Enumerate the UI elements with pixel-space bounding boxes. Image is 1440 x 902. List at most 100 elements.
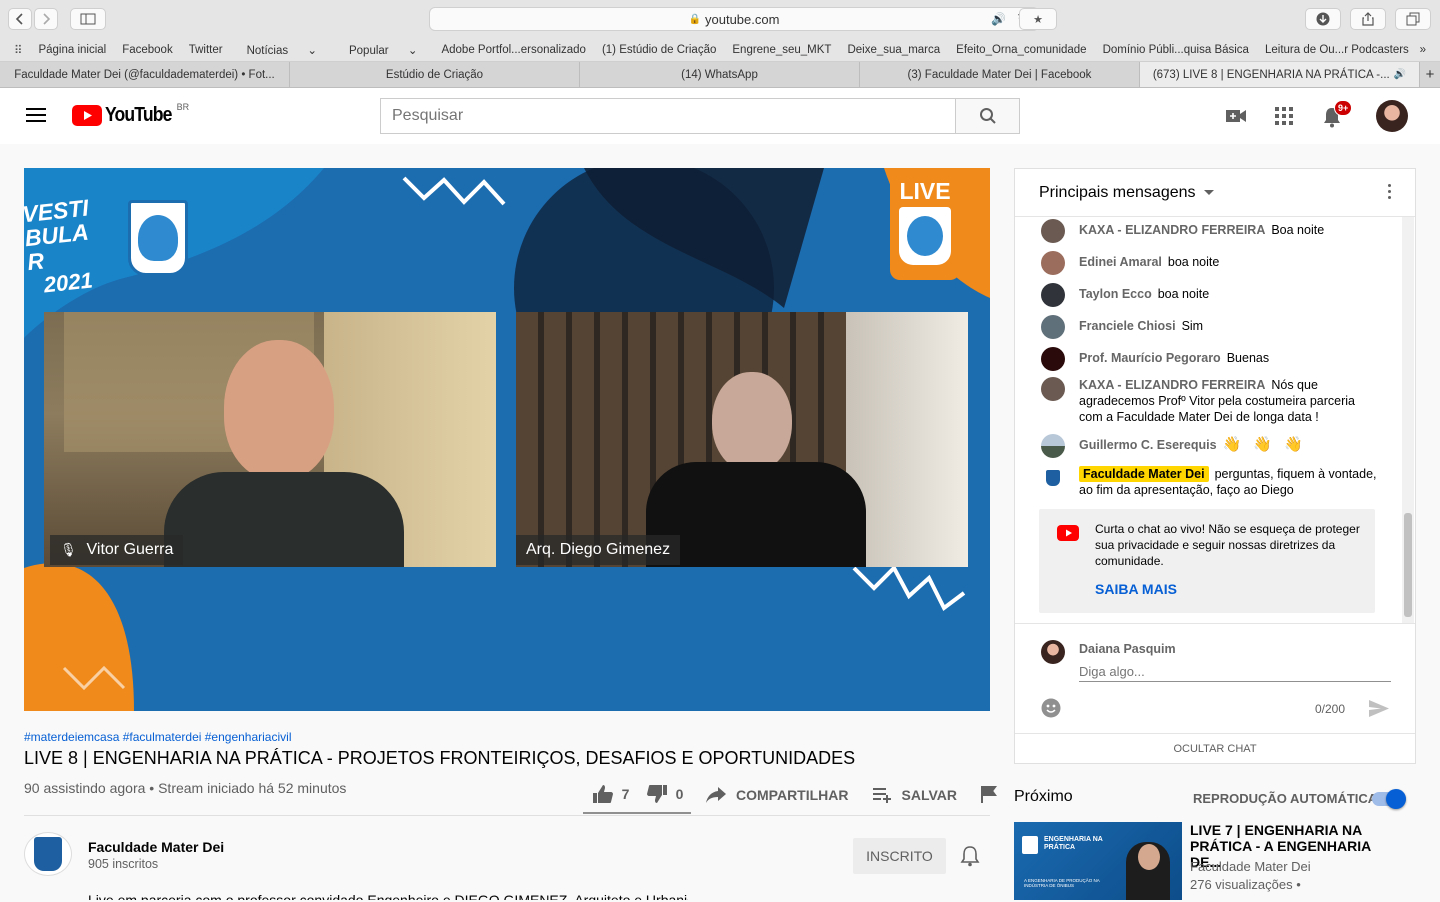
bookmark-folder[interactable]: Notícias ⌄ xyxy=(231,43,333,57)
browser-tab[interactable]: Estúdio de Criação xyxy=(290,62,580,87)
chat-author[interactable]: Edinei Amaral xyxy=(1079,255,1162,269)
forward-button[interactable] xyxy=(34,8,58,30)
emoji-icon xyxy=(1041,698,1061,718)
user-avatar xyxy=(1041,219,1065,243)
chat-message: KAXA - ELIZANDRO FERREIRA Nós que agradec… xyxy=(1041,377,1381,425)
up-next-video[interactable]: ENGENHARIA NA PRÁTICA A ENGENHARIA DE PR… xyxy=(1014,822,1414,902)
mater-dei-logo xyxy=(128,200,188,276)
channel-name[interactable]: Faculdade Mater Dei xyxy=(88,839,224,855)
youtube-logo[interactable]: YouTube BR xyxy=(72,102,189,127)
url-text: youtube.com xyxy=(705,11,780,27)
chat-author[interactable]: KAXA - ELIZANDRO FERREIRA xyxy=(1079,378,1265,392)
browser-tab-active[interactable]: (673) LIVE 8 | ENGENHARIA NA PRÁTICA -..… xyxy=(1140,62,1420,87)
autoplay-label: REPRODUÇÃO AUTOMÁTICA xyxy=(1193,791,1378,806)
chat-author[interactable]: Guillermo C. Eserequis xyxy=(1079,438,1217,452)
chat-mode-selector[interactable]: Principais mensagens xyxy=(1039,184,1214,202)
channel-avatar[interactable] xyxy=(24,832,72,876)
notice-text: Curta o chat ao vivo! Não se esqueça de … xyxy=(1095,522,1360,568)
bookmark-item[interactable]: Deixe_sua_marca xyxy=(839,44,948,56)
bookmark-item[interactable]: Facebook xyxy=(114,44,181,56)
scroll-thumb[interactable] xyxy=(1404,513,1412,617)
chat-message-input[interactable] xyxy=(1079,662,1391,682)
live-text: LIVE xyxy=(899,178,951,204)
hide-chat-button[interactable]: OCULTAR CHAT xyxy=(1015,733,1415,763)
download-button[interactable] xyxy=(1305,8,1341,30)
bookmark-item[interactable]: Domínio Públi...quisa Básica xyxy=(1095,44,1257,56)
video-thumbnail[interactable]: ENGENHARIA NA PRÁTICA A ENGENHARIA DE PR… xyxy=(1014,822,1182,900)
search-input[interactable] xyxy=(380,98,956,134)
grid-icon[interactable]: ⠿ xyxy=(0,43,30,57)
vestibular-overlay: VESTIBULAR 2021 xyxy=(24,194,111,300)
chat-author[interactable]: Taylon Ecco xyxy=(1079,287,1152,301)
download-icon xyxy=(1316,12,1330,26)
learn-more-link[interactable]: SAIBA MAIS xyxy=(1095,581,1177,597)
apps-button[interactable] xyxy=(1275,107,1293,130)
tabs-overview-button[interactable] xyxy=(1395,8,1431,30)
browser-tab[interactable]: (3) Faculdade Mater Dei | Facebook xyxy=(860,62,1140,87)
chat-author[interactable]: Franciele Chiosi xyxy=(1079,319,1176,333)
notification-bell-button[interactable] xyxy=(960,845,980,872)
more-options-icon[interactable] xyxy=(1388,184,1391,199)
subscribed-label: INSCRITO xyxy=(866,848,933,864)
user-avatar xyxy=(1041,251,1065,275)
send-button[interactable] xyxy=(1369,700,1389,722)
chat-message: Prof. Maurício Pegoraro Buenas xyxy=(1041,347,1381,371)
bookmark-folder[interactable]: Popular ⌄ xyxy=(333,43,433,57)
thumb-title: ENGENHARIA NA PRÁTICA xyxy=(1044,836,1103,851)
dislike-button[interactable]: 0 xyxy=(638,776,691,814)
chat-scrollbar[interactable] xyxy=(1402,217,1414,623)
thumb-logo xyxy=(1022,836,1038,854)
like-button[interactable]: 7 xyxy=(583,776,638,814)
chat-author[interactable]: KAXA - ELIZANDRO FERREIRA xyxy=(1079,223,1265,237)
like-count: 7 xyxy=(621,786,630,802)
chevron-down-icon: ⌄ xyxy=(307,44,317,57)
chat-input-area: Daiana Pasquim 0/200 xyxy=(1015,623,1415,733)
url-bar[interactable]: 🔒 youtube.com 🔊 ↻ xyxy=(429,7,1039,31)
subscribed-button[interactable]: INSCRITO xyxy=(853,838,946,874)
send-icon xyxy=(1369,700,1389,717)
bookmark-item[interactable]: Twitter xyxy=(181,44,231,56)
back-button[interactable] xyxy=(8,8,32,30)
save-button[interactable]: SALVAR xyxy=(872,787,957,803)
browser-tab[interactable]: Faculdade Mater Dei (@faculdadematerdei)… xyxy=(0,62,290,87)
chat-text: 👋 👋 👋 xyxy=(1222,436,1307,453)
chat-text: Sim xyxy=(1181,319,1204,333)
bookmark-item[interactable]: Adobe Portfol...ersonalizado xyxy=(433,44,593,56)
bookmark-item[interactable]: Efeito_Orna_comunidade xyxy=(948,44,1094,56)
chat-message: Guillermo C. Eserequis 👋 👋 👋 xyxy=(1041,434,1381,458)
person-head xyxy=(712,372,792,472)
chevron-down-icon: ⌄ xyxy=(407,44,418,57)
bookmark-item[interactable]: Leitura de Ou...r Podcasters xyxy=(1257,44,1417,56)
share-icon xyxy=(1362,12,1374,26)
extension-button[interactable]: ★ xyxy=(1019,8,1057,30)
notifications-button[interactable]: 9+ xyxy=(1322,100,1353,133)
sidebar-button[interactable] xyxy=(70,8,106,30)
speaker-icon[interactable]: 🔊 xyxy=(991,12,1006,26)
video-player[interactable]: VESTIBULAR 2021 LIVE 🎙 Vitor Guerra Arq.… xyxy=(24,168,990,711)
share-video-button[interactable]: COMPARTILHAR xyxy=(705,786,849,804)
share-button[interactable] xyxy=(1350,8,1386,30)
create-video-button[interactable] xyxy=(1226,108,1246,129)
autoplay-toggle[interactable] xyxy=(1372,789,1406,809)
chat-author-owner[interactable]: Faculdade Mater Dei xyxy=(1079,466,1209,482)
audio-icon[interactable]: 🔊 xyxy=(1394,69,1406,80)
bookmark-item[interactable]: Engrene_seu_MKT xyxy=(724,44,839,56)
chat-text: Boa noite xyxy=(1271,223,1325,237)
menu-icon[interactable] xyxy=(26,108,46,124)
new-tab-button[interactable]: + xyxy=(1420,62,1440,87)
chat-text: boa noite xyxy=(1167,255,1220,269)
bookmark-label: Popular xyxy=(348,44,389,57)
more-bookmarks-icon[interactable]: » xyxy=(1412,44,1434,56)
search-button[interactable] xyxy=(955,98,1020,134)
chat-author[interactable]: Prof. Maurício Pegoraro xyxy=(1079,351,1221,365)
browser-tab[interactable]: (14) WhatsApp xyxy=(580,62,860,87)
avatar[interactable] xyxy=(1376,100,1408,132)
bookmark-item[interactable]: Página inicial xyxy=(30,44,114,56)
video-hashtags[interactable]: #materdeiemcasa #faculmaterdei #engenhar… xyxy=(24,730,291,744)
share-arrow-icon xyxy=(706,787,726,803)
report-button[interactable] xyxy=(981,785,997,806)
char-counter: 0/200 xyxy=(1315,702,1346,716)
emoji-button[interactable] xyxy=(1041,698,1061,723)
star-icon: ★ xyxy=(1033,13,1043,26)
bookmark-item[interactable]: (1) Estúdio de Criação xyxy=(594,44,724,56)
